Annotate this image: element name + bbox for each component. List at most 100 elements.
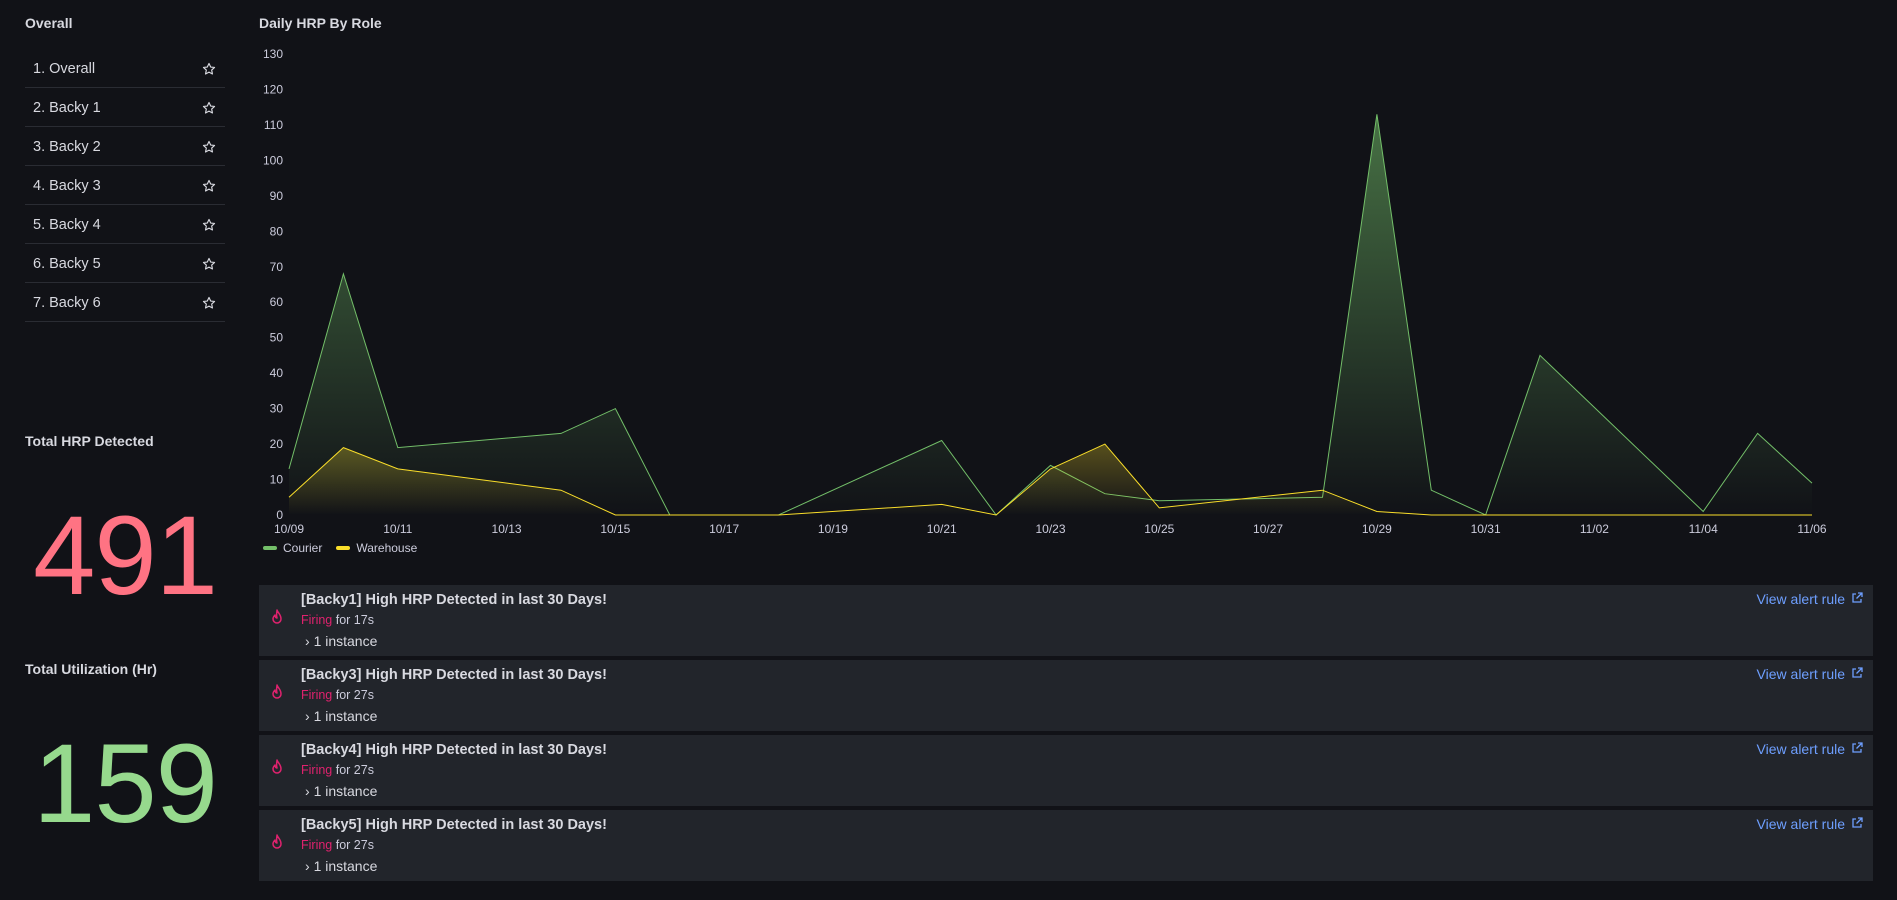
star-icon[interactable] [201, 178, 217, 194]
alert-list: [Backy1] High HRP Detected in last 30 Da… [259, 585, 1873, 885]
y-tick-label: 90 [270, 189, 284, 203]
x-tick-label: 10/19 [818, 522, 848, 536]
total-hrp-value: 491 [33, 493, 218, 618]
alert-instances-label: 1 instance [313, 633, 378, 649]
legend-item[interactable]: Warehouse [336, 541, 417, 555]
y-tick-label: 60 [270, 295, 284, 309]
x-tick-label: 10/31 [1471, 522, 1501, 536]
alert-state-label: Firing [301, 763, 333, 777]
external-link-icon [1851, 816, 1863, 832]
alert-instances-toggle[interactable]: › 1 instance [305, 633, 377, 649]
external-link-icon [1851, 591, 1863, 607]
legend-label: Courier [283, 541, 323, 555]
legend-item[interactable]: Courier [263, 541, 322, 555]
dashboard-list-item[interactable]: 7. Backy 6 [25, 284, 225, 322]
view-alert-rule-link[interactable]: View alert rule [1757, 666, 1863, 682]
external-link-icon [1851, 666, 1863, 682]
alert-duration: for 17s [335, 613, 374, 627]
alert-state-label: Firing [301, 613, 333, 627]
dashboard-list-item[interactable]: 2. Backy 1 [25, 89, 225, 127]
alert-title: [Backy3] High HRP Detected in last 30 Da… [301, 667, 607, 683]
alert-duration: for 27s [335, 838, 374, 852]
star-icon[interactable] [201, 100, 217, 116]
x-tick-label: 10/11 [383, 522, 412, 536]
y-tick-label: 130 [263, 47, 283, 61]
x-tick-label: 10/25 [1144, 522, 1174, 536]
star-icon[interactable] [201, 139, 217, 155]
dashboard-list-item-label: 3. Backy 2 [33, 138, 101, 155]
dashboard-list-item[interactable]: 5. Backy 4 [25, 206, 225, 244]
alert-state: Firing for 27s [301, 688, 374, 702]
alert-instances-toggle[interactable]: › 1 instance [305, 708, 377, 724]
dashboard-list-item[interactable]: 3. Backy 2 [25, 128, 225, 166]
y-tick-label: 10 [270, 473, 284, 487]
view-alert-rule-label: View alert rule [1756, 591, 1845, 607]
y-tick-label: 30 [270, 402, 284, 416]
view-alert-rule-link[interactable]: View alert rule [1757, 591, 1863, 607]
dashboard-list-item-label: 2. Backy 1 [33, 99, 101, 116]
dashboard-list-item[interactable]: 4. Backy 3 [25, 167, 225, 205]
legend-label: Warehouse [356, 541, 418, 555]
fire-icon [269, 684, 285, 702]
star-icon[interactable] [201, 256, 217, 272]
y-tick-label: 50 [270, 331, 284, 345]
fire-icon [269, 609, 285, 627]
x-tick-label: 10/21 [927, 522, 957, 536]
external-link-icon [1851, 741, 1863, 757]
dashboard-list-item-label: 4. Backy 3 [33, 177, 101, 194]
x-tick-label: 11/04 [1689, 522, 1718, 536]
chevron-right-icon: › [305, 783, 310, 799]
alert-instances-label: 1 instance [313, 708, 378, 724]
alert-instances-label: 1 instance [313, 783, 378, 799]
star-icon[interactable] [201, 217, 217, 233]
legend-swatch [336, 546, 351, 550]
view-alert-rule-label: View alert rule [1756, 741, 1845, 757]
alert-instances-toggle[interactable]: › 1 instance [305, 783, 377, 799]
daily-hrp-chart: 0 10 20 30 40 50 60 70 80 90 100 110 120 130 10/09 10/1… [263, 47, 1827, 536]
total-hrp-title: Total HRP Detected [25, 433, 154, 449]
x-tick-label: 10/27 [1253, 522, 1283, 536]
dashboard-list: 1. Overall 2. Backy 1 3. Backy 2 4. Backy 3… [25, 50, 225, 323]
alert-state-label: Firing [301, 838, 333, 852]
x-tick-label: 10/17 [709, 522, 739, 536]
alert-title: [Backy5] High HRP Detected in last 30 Da… [301, 817, 607, 833]
dashboard-list-item-label: 7. Backy 6 [33, 294, 101, 311]
dashboard-list-item[interactable]: 1. Overall [25, 50, 225, 88]
view-alert-rule-label: View alert rule [1756, 816, 1845, 832]
total-utilization-title: Total Utilization (Hr) [25, 661, 157, 677]
total-utilization-value: 159 [33, 721, 218, 846]
y-tick-label: 20 [270, 437, 284, 451]
x-tick-label: 10/23 [1035, 522, 1065, 536]
alert-title: [Backy1] High HRP Detected in last 30 Da… [301, 592, 607, 608]
star-icon[interactable] [201, 61, 217, 77]
y-tick-label: 40 [270, 366, 284, 380]
y-tick-label: 100 [263, 153, 283, 167]
view-alert-rule-link[interactable]: View alert rule [1757, 741, 1863, 757]
fire-icon [269, 834, 285, 852]
alert-title: [Backy4] High HRP Detected in last 30 Da… [301, 742, 607, 758]
fire-icon [269, 759, 285, 777]
chevron-right-icon: › [305, 633, 310, 649]
legend-swatch [263, 546, 277, 550]
dashboard-list-item[interactable]: 6. Backy 5 [25, 245, 225, 283]
alert-duration: for 27s [335, 688, 374, 702]
alert-state: Firing for 27s [301, 763, 374, 777]
alert-item: [Backy3] High HRP Detected in last 30 Da… [259, 660, 1873, 731]
view-alert-rule-link[interactable]: View alert rule [1757, 816, 1863, 832]
x-tick-label: 11/06 [1797, 522, 1826, 536]
alert-state-label: Firing [301, 688, 333, 702]
dashboard-list-title: Overall [25, 15, 73, 31]
alert-item: [Backy5] High HRP Detected in last 30 Da… [259, 810, 1873, 881]
alert-instances-toggle[interactable]: › 1 instance [305, 858, 377, 874]
alert-item: [Backy4] High HRP Detected in last 30 Da… [259, 735, 1873, 806]
x-tick-label: 10/13 [492, 522, 522, 536]
y-tick-label: 80 [270, 224, 284, 238]
y-tick-label: 110 [264, 118, 283, 132]
alert-item: [Backy1] High HRP Detected in last 30 Da… [259, 585, 1873, 656]
x-tick-label: 10/29 [1362, 522, 1392, 536]
star-icon[interactable] [201, 295, 217, 311]
dashboard-list-item-label: 6. Backy 5 [33, 255, 101, 272]
chevron-right-icon: › [305, 858, 310, 874]
dashboard-list-item-label: 5. Backy 4 [33, 216, 101, 233]
dashboard-list-item-label: 1. Overall [33, 60, 96, 77]
